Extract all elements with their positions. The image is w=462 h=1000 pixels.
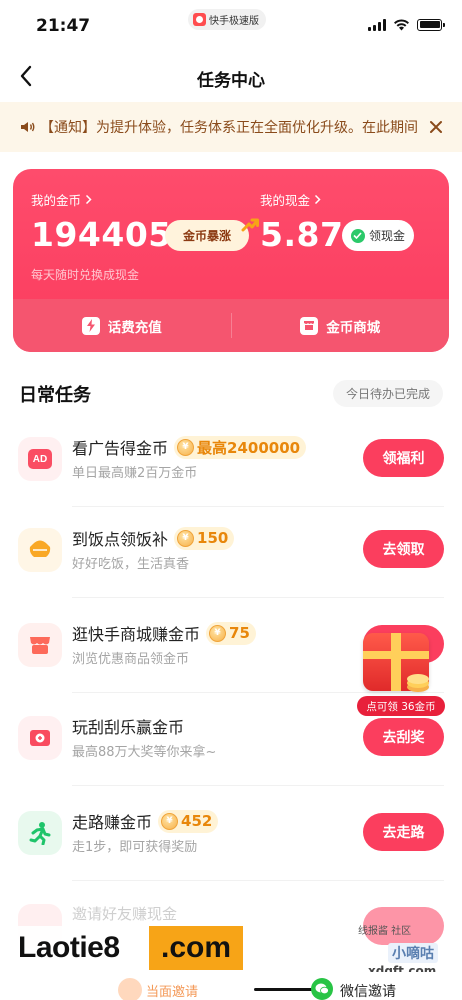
cellular-signal-icon [368, 18, 386, 31]
task-row: 玩刮刮乐赢金币 最高88万大奖等你来拿~ 去刮奖 [0, 716, 462, 806]
wallet-card: 我的金币 194405 金币暴涨 我的现金 5.87 领现金 每天随时兑换成现金 [13, 169, 449, 352]
divider [72, 597, 444, 598]
phone-recharge-button[interactable]: 话费充值 [13, 299, 231, 352]
divider [72, 785, 444, 786]
wechat-icon[interactable] [311, 978, 333, 1000]
task-description: 浏览优惠商品领金币 [72, 652, 190, 667]
reward-amount: 150 [197, 529, 229, 547]
task-title: 到饭点领饭补 ¥ 150 [72, 526, 235, 550]
task-action-button[interactable]: 领福利 [363, 439, 444, 477]
section-title-daily-tasks: 日常任务 [19, 385, 91, 406]
battery-icon [417, 18, 445, 31]
coin-reward-badge: ¥ 最高2400000 [174, 435, 307, 459]
claim-cash-label: 领现金 [368, 229, 405, 243]
watermark-corner-top: 线报酱 社区 [358, 926, 412, 937]
daily-status-badge: 今日待办已完成 [333, 380, 443, 407]
gift-label: 点可领 36金币 [357, 696, 445, 716]
face-to-face-invite-label[interactable]: 当面邀请 [146, 981, 198, 1000]
watermark-logo: Laotie8 .com [14, 926, 254, 970]
coin-icon: ¥ [209, 624, 227, 642]
task-title: 看广告得金币 ¥ 最高2400000 [72, 435, 307, 459]
check-icon [350, 228, 365, 243]
coin-surge-label: 金币暴涨 [182, 229, 231, 243]
task-description: 走1步，即可获得奖励 [72, 840, 198, 855]
task-action-button[interactable]: 去走路 [363, 813, 444, 851]
task-title-text: 逛快手商城赚金币 [72, 625, 201, 644]
ad-icon: AD [18, 437, 62, 481]
notice-bar[interactable]: 【通知】为提升体验，任务体系正在全面优化升级。在此期间 [0, 102, 462, 152]
trend-up-icon [241, 218, 259, 232]
meal-icon [18, 528, 62, 572]
wifi-icon [394, 19, 409, 31]
divider [72, 880, 444, 881]
coin-stack-icon [407, 674, 429, 692]
watermark-text: Laotie8 [18, 931, 120, 964]
phone-recharge-label: 话费充值 [107, 319, 162, 336]
task-description: 最高88万大奖等你来拿~ [72, 745, 217, 760]
kuaishou-logo-icon [193, 13, 206, 26]
reward-amount: 75 [229, 624, 250, 642]
coin-reward-badge: ¥ 452 [158, 809, 219, 833]
status-time: 21:47 [36, 16, 91, 36]
coin-icon: ¥ [161, 812, 179, 830]
task-title-text: 邀请好友赚现金 [72, 905, 178, 923]
status-indicators [368, 18, 445, 31]
claim-cash-button[interactable]: 领现金 [342, 220, 414, 251]
coin-reward-badge: ¥ 150 [174, 526, 235, 550]
face-to-face-icon[interactable] [118, 978, 142, 1000]
task-action-button[interactable]: 去领取 [363, 530, 444, 568]
task-title: 玩刮刮乐赢金币 [72, 714, 184, 738]
coins-balance: 194405 [31, 215, 172, 254]
task-title-text: 到饭点领饭补 [72, 530, 169, 549]
store-icon [18, 623, 62, 667]
coin-mall-button[interactable]: 金币商城 [232, 299, 450, 352]
page-title: 任务中心 [197, 71, 265, 91]
app-badge-label: 快手极速版 [209, 16, 259, 27]
nav-bar: 任务中心 [0, 50, 462, 102]
close-icon[interactable] [428, 119, 444, 135]
task-description: 单日最高赚2百万金币 [72, 466, 198, 481]
status-bar: 21:47 快手极速版 [0, 0, 462, 50]
task-title-text: 走路赚金币 [72, 813, 153, 832]
notice-text: 【通知】为提升体验，任务体系正在全面优化升级。在此期间 [40, 120, 418, 136]
coin-icon: ¥ [177, 438, 195, 456]
task-title-text: 看广告得金币 [72, 439, 169, 458]
my-cash-link[interactable]: 我的现金 [260, 190, 321, 209]
my-coins-label: 我的金币 [31, 193, 82, 208]
scratch-icon [18, 716, 62, 760]
coin-mall-label: 金币商城 [326, 319, 381, 336]
coin-reward-badge: ¥ 75 [206, 621, 256, 645]
coin-surge-button[interactable]: 金币暴涨 [165, 218, 259, 251]
cash-balance: 5.87 [260, 215, 344, 254]
task-title-text: 玩刮刮乐赢金币 [72, 718, 185, 737]
home-indicator [254, 988, 314, 991]
coin-icon: ¥ [177, 529, 195, 547]
walk-icon [18, 811, 62, 855]
divider [72, 506, 444, 507]
task-title: 走路赚金币 ¥ 452 [72, 809, 219, 833]
chevron-right-icon [314, 194, 321, 205]
task-action-button[interactable]: 去刮奖 [363, 718, 444, 756]
chevron-right-icon [85, 194, 92, 205]
watermark-corner-mid: 小嘀咕 [388, 943, 438, 963]
watermark-corner: 线报酱 社区 小嘀咕 xdgft.com [358, 922, 450, 978]
app-badge[interactable]: 快手极速版 [188, 9, 266, 30]
task-row: 走路赚金币 ¥ 452 走1步，即可获得奖励 去走路 [0, 809, 462, 901]
watermark-suffix: .com [149, 926, 243, 970]
reward-amount: 452 [181, 812, 213, 830]
my-coins-link[interactable]: 我的金币 [31, 190, 92, 209]
task-row: AD 看广告得金币 ¥ 最高2400000 单日最高赚2百万金币 领福利 [0, 435, 462, 527]
speaker-icon [21, 122, 35, 132]
task-row: 到饭点领饭补 ¥ 150 好好吃饭，生活真香 去领取 [0, 526, 462, 618]
my-cash-label: 我的现金 [260, 193, 311, 208]
wechat-invite-label[interactable]: 微信邀请 [340, 981, 396, 1000]
task-description: 好好吃饭，生活真香 [72, 557, 190, 572]
store-icon [300, 316, 319, 335]
floating-gift-widget[interactable]: 点可领 36金币 [357, 633, 445, 718]
task-title: 逛快手商城赚金币 ¥ 75 [72, 621, 256, 645]
lightning-icon [81, 316, 100, 335]
exchange-hint: 每天随时兑换成现金 [31, 268, 140, 282]
reward-amount: 最高2400000 [197, 438, 301, 457]
